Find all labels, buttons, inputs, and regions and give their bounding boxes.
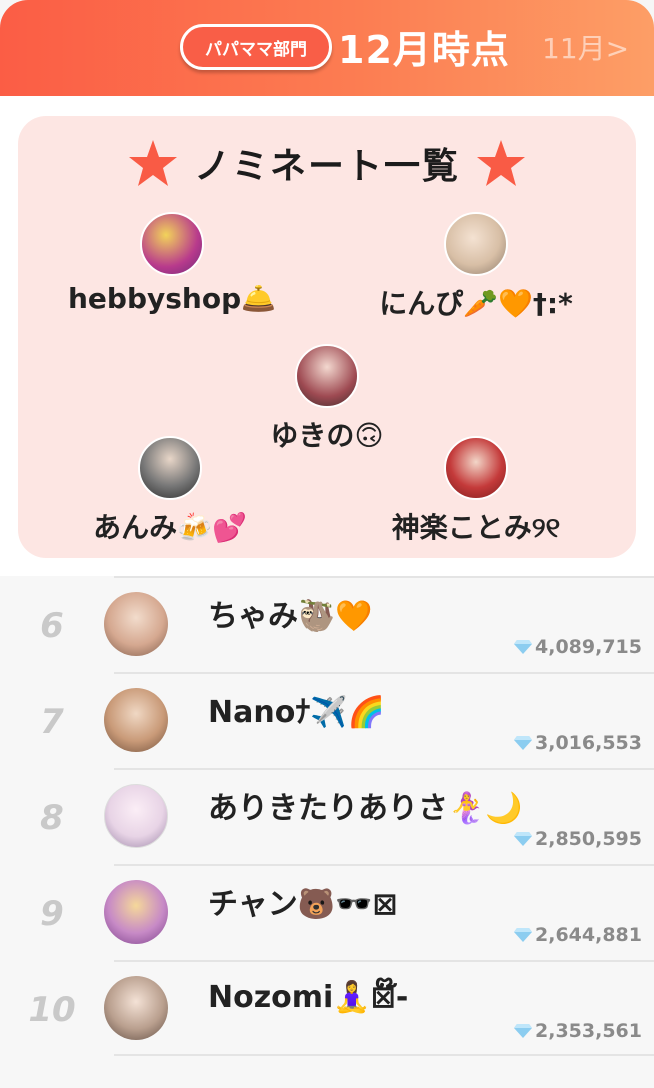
nominee-name: hebbyshop🛎️ xyxy=(67,282,276,315)
nominee-panel: ノミネート一覧 hebbyshop🛎️ にんぴ🥕🧡†:* ゆきの🙃 あんみ🍻💕 … xyxy=(18,116,636,558)
points-text: 2,644,881 xyxy=(535,924,642,946)
diamond-icon xyxy=(513,735,533,751)
rank-number: 8 xyxy=(40,798,64,838)
table-row[interactable]: 7 Nanoﾅ✈️🌈 3,016,553 xyxy=(0,672,654,768)
header-bar: パパママ部門 12月時点 11月> xyxy=(0,0,654,96)
user-name: ちゃみ🦥🧡 xyxy=(208,599,373,634)
rank-number: 7 xyxy=(40,702,64,742)
row-divider xyxy=(114,864,654,866)
avatar xyxy=(295,344,359,408)
row-divider xyxy=(114,768,654,770)
page-title: 12月時点 xyxy=(338,27,510,72)
nominee-item[interactable]: hebbyshop🛎️ xyxy=(62,212,282,315)
rank-number: 6 xyxy=(40,606,64,646)
star-icon xyxy=(128,139,178,187)
points-text: 2,850,595 xyxy=(535,828,642,850)
rank-number: 9 xyxy=(40,894,64,934)
star-icon xyxy=(476,139,526,187)
nominee-name: ゆきの🙃 xyxy=(270,419,384,452)
row-divider xyxy=(114,672,654,674)
avatar xyxy=(444,212,508,276)
diamond-icon xyxy=(513,639,533,655)
points-value: 2,353,561 xyxy=(513,1018,642,1044)
nominee-name: あんみ🍻💕 xyxy=(93,511,247,544)
prev-month-link[interactable]: 11月> xyxy=(542,22,629,72)
avatar xyxy=(104,784,168,848)
diamond-icon xyxy=(513,831,533,847)
points-value: 3,016,553 xyxy=(513,730,642,756)
avatar xyxy=(104,880,168,944)
avatar xyxy=(104,688,168,752)
avatar xyxy=(444,436,508,500)
user-name: Nanoﾅ✈️🌈 xyxy=(208,695,386,730)
department-badge[interactable]: パパママ部門 xyxy=(180,24,332,70)
diamond-icon xyxy=(513,1023,533,1039)
row-divider xyxy=(114,576,654,578)
row-divider xyxy=(114,960,654,962)
ranking-list: 6 ちゃみ🦥🧡 4,089,715 7 Nanoﾅ✈️🌈 3,016,553 8… xyxy=(0,576,654,1088)
user-name: チャン🐻🕶️⊠ xyxy=(208,887,398,922)
user-name: ありきたりありさ🧜‍♀️🌙 xyxy=(208,791,523,826)
points-value: 2,850,595 xyxy=(513,826,642,852)
avatar xyxy=(138,436,202,500)
nominee-name: 神楽ことみ୨୧ xyxy=(391,511,561,544)
table-row[interactable]: 8 ありきたりありさ🧜‍♀️🌙 2,850,595 xyxy=(0,768,654,864)
points-value: 2,644,881 xyxy=(513,922,642,948)
table-row[interactable]: 10 Nozomi🧘‍♀️⊠໊- 2,353,561 xyxy=(0,960,654,1056)
points-text: 4,089,715 xyxy=(535,636,642,658)
points-text: 3,016,553 xyxy=(535,732,642,754)
table-row[interactable]: 9 チャン🐻🕶️⊠ 2,644,881 xyxy=(0,864,654,960)
rank-number: 10 xyxy=(28,990,76,1030)
row-divider xyxy=(114,1054,654,1056)
points-value: 4,089,715 xyxy=(513,634,642,660)
nominee-item[interactable]: 神楽ことみ୨୧ xyxy=(374,436,578,546)
avatar xyxy=(104,976,168,1040)
avatar xyxy=(140,212,204,276)
user-name: Nozomi🧘‍♀️⊠໊- xyxy=(208,979,409,1015)
nominee-item[interactable]: あんみ🍻💕 xyxy=(72,436,268,546)
nominee-list-title: ノミネート一覧 xyxy=(193,146,460,187)
nominee-name: にんぴ🥕🧡†:* xyxy=(379,287,573,320)
diamond-icon xyxy=(513,927,533,943)
points-text: 2,353,561 xyxy=(535,1020,642,1042)
nominee-panel-header: ノミネート一覧 xyxy=(18,136,636,190)
nominee-item[interactable]: にんぴ🥕🧡†:* xyxy=(366,212,586,322)
table-row[interactable]: 6 ちゃみ🦥🧡 4,089,715 xyxy=(0,576,654,672)
avatar xyxy=(104,592,168,656)
